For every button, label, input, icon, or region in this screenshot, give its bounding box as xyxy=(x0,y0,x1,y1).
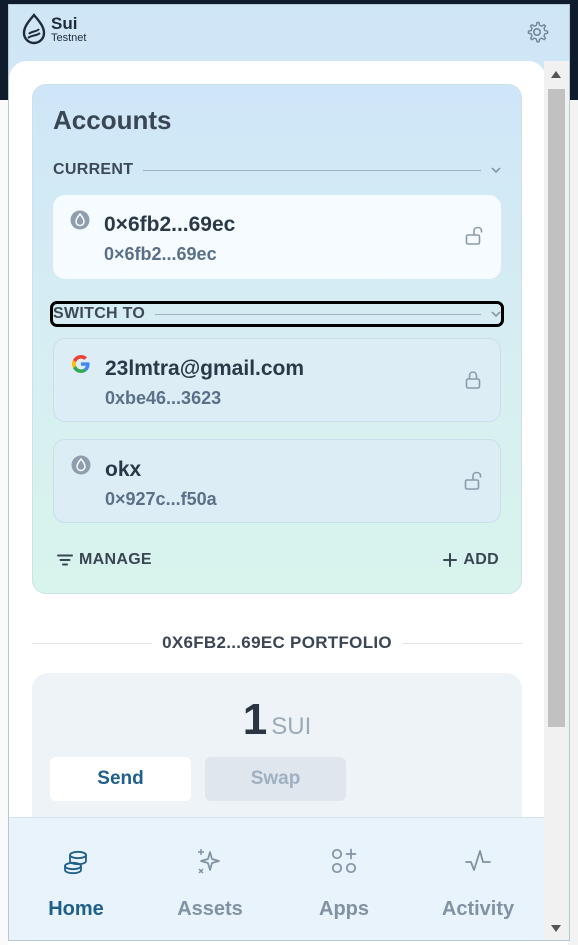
account-item-okx[interactable]: okx 0×927c...f50a xyxy=(53,439,501,523)
divider xyxy=(155,313,481,315)
switch-to-label: SWITCH TO xyxy=(53,305,146,322)
scroll-thumb[interactable] xyxy=(548,89,565,727)
active-indicator xyxy=(9,940,143,941)
lock-icon[interactable] xyxy=(464,370,482,390)
nav-label: Activity xyxy=(441,898,515,920)
unlock-icon[interactable] xyxy=(465,226,483,246)
activity-icon xyxy=(465,850,491,871)
nav-assets[interactable]: Assets xyxy=(143,818,277,940)
sui-icon xyxy=(71,455,91,475)
nav-home[interactable]: Home xyxy=(9,818,143,941)
scroll-up-arrow[interactable] xyxy=(551,71,561,78)
nav-label: Assets xyxy=(177,898,243,920)
portfolio-label: 0X6FB2...69EC PORTFOLIO xyxy=(162,633,392,652)
portfolio-header: 0X6FB2...69EC PORTFOLIO xyxy=(32,633,522,653)
chevron-down-icon xyxy=(491,311,501,318)
divider xyxy=(401,642,522,644)
account-address: 0×927c...f50a xyxy=(105,489,217,509)
network-label: Testnet xyxy=(51,31,87,44)
header: Sui Testnet xyxy=(9,5,569,61)
send-button[interactable]: Send xyxy=(50,757,191,801)
gear-icon[interactable] xyxy=(525,20,549,44)
account-address: 0×6fb2...69ec xyxy=(104,244,217,264)
divider xyxy=(143,169,481,171)
sparkles-icon xyxy=(198,849,220,874)
current-account[interactable]: 0×6fb2...69ec 0×6fb2...69ec xyxy=(53,195,501,279)
nav-label: Apps xyxy=(319,898,369,920)
account-name: okx xyxy=(105,458,142,481)
account-name: 23lmtra@gmail.com xyxy=(105,357,305,380)
filter-icon xyxy=(57,554,73,566)
bottom-nav: Home Assets Apps Activity xyxy=(9,817,546,941)
account-item-google[interactable]: 23lmtra@gmail.com 0xbe46...3623 xyxy=(53,338,501,422)
manage-button[interactable]: MANAGE xyxy=(57,551,152,569)
switch-to-section-header[interactable]: SWITCH TO xyxy=(50,301,504,327)
plus-icon xyxy=(443,553,458,567)
sui-icon xyxy=(70,210,90,230)
accounts-footer: MANAGE ADD xyxy=(57,551,499,569)
add-label: ADD xyxy=(463,551,499,568)
sui-logo: Sui Testnet xyxy=(21,13,86,45)
coins-icon xyxy=(64,850,87,875)
balance-unit: SUI xyxy=(271,713,312,740)
balance: 1 SUI xyxy=(32,695,522,745)
google-icon xyxy=(72,355,90,373)
account-name: 0×6fb2...69ec xyxy=(104,213,236,236)
sui-droplet-icon xyxy=(22,13,46,45)
current-section-header[interactable]: CURRENT xyxy=(53,160,501,180)
add-account-button[interactable]: ADD xyxy=(443,551,499,569)
nav-apps[interactable]: Apps xyxy=(277,818,411,940)
accounts-title: Accounts xyxy=(53,105,172,135)
unlock-icon[interactable] xyxy=(464,471,482,491)
swap-button[interactable]: Swap xyxy=(205,757,346,801)
apps-grid-icon xyxy=(331,848,357,874)
account-address: 0xbe46...3623 xyxy=(105,388,222,408)
nav-activity[interactable]: Activity xyxy=(411,818,545,940)
divider xyxy=(32,642,153,644)
balance-amount: 1 xyxy=(242,695,268,744)
background-page-left xyxy=(0,100,8,945)
accounts-card: Accounts CURRENT 0×6fb2...69ec 0×6fb2...… xyxy=(32,84,522,594)
chevron-down-icon xyxy=(491,167,501,174)
manage-label: MANAGE xyxy=(79,551,152,568)
wallet-popup: Sui Testnet Accounts CURRENT 0×6fb2...69… xyxy=(8,4,570,941)
app-name: Sui xyxy=(51,13,78,33)
scrollbar[interactable] xyxy=(544,61,569,940)
main-content: Accounts CURRENT 0×6fb2...69ec 0×6fb2...… xyxy=(9,61,546,941)
current-label: CURRENT xyxy=(53,161,134,178)
nav-label: Home xyxy=(48,898,104,920)
scroll-down-arrow[interactable] xyxy=(551,925,561,932)
